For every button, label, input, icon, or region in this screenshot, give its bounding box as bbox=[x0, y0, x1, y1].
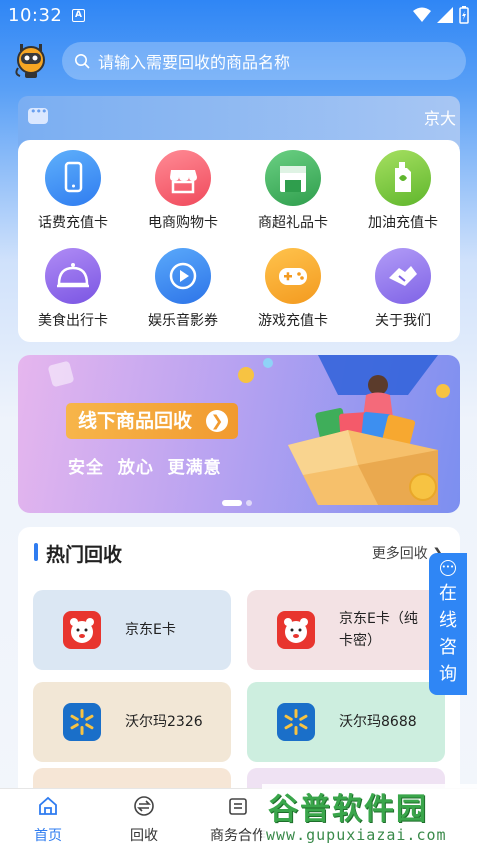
category-ecommerce-card[interactable]: 电商购物卡 bbox=[128, 150, 238, 232]
notice-text: 京大 bbox=[423, 109, 456, 128]
gamepad-icon bbox=[265, 248, 321, 304]
category-label: 电商购物卡 bbox=[148, 215, 218, 231]
briefcase-icon bbox=[229, 798, 247, 815]
category-entertainment[interactable]: 娱乐音影券 bbox=[128, 248, 238, 330]
card-name: 沃尔玛8688 bbox=[339, 714, 417, 730]
section-accent-bar bbox=[34, 543, 38, 561]
nav-home[interactable]: 首页 bbox=[8, 795, 88, 845]
exchange-icon bbox=[134, 796, 154, 816]
banner-button-label: 线下商品回收 bbox=[78, 410, 193, 432]
online-consult-button[interactable]: ••• 在线咨询 bbox=[429, 553, 467, 695]
category-about-us[interactable]: 关于我们 bbox=[348, 248, 458, 330]
play-icon bbox=[155, 248, 211, 304]
search-bar[interactable]: 请输入需要回收的商品名称 bbox=[62, 42, 466, 80]
category-grid: 话费充值卡 电商购物卡 商超礼品卡 加油充值卡 美食出行卡 娱乐音影券 游戏充值… bbox=[18, 140, 460, 342]
message-icon bbox=[28, 105, 48, 124]
nav-label: 首页 bbox=[34, 828, 62, 844]
category-supermarket-card[interactable]: 商超礼品卡 bbox=[238, 150, 348, 232]
category-label: 商超礼品卡 bbox=[258, 215, 328, 231]
category-label: 关于我们 bbox=[375, 313, 431, 329]
more-label: 更多回收 bbox=[371, 546, 428, 562]
promo-banner[interactable]: 线下商品回收 ❯ 安全 放心 更满意 bbox=[18, 355, 460, 513]
app-notification-icon: A bbox=[72, 9, 85, 22]
recycle-card-walmart-8688[interactable]: 沃尔玛8688 bbox=[247, 682, 445, 762]
card-name: 沃尔玛2326 bbox=[125, 714, 203, 730]
category-food-travel[interactable]: 美食出行卡 bbox=[18, 248, 128, 330]
jd-logo-icon bbox=[277, 611, 315, 649]
fuel-icon bbox=[375, 150, 431, 206]
section-title: 热门回收 bbox=[46, 544, 123, 566]
watermark-url: www.gupuxiazai.com bbox=[266, 826, 447, 844]
walmart-logo-icon bbox=[63, 703, 101, 741]
status-time: 10:32 bbox=[8, 5, 63, 26]
pagination-dot bbox=[246, 500, 252, 506]
recycle-card-jd-ecard-code[interactable]: 京东E卡（纯卡密） bbox=[247, 590, 445, 670]
banner-pagination bbox=[222, 500, 252, 506]
recycle-card-walmart-2326[interactable]: 沃尔玛2326 bbox=[33, 682, 231, 762]
category-game-card[interactable]: 游戏充值卡 bbox=[238, 248, 348, 330]
battery-icon bbox=[459, 6, 469, 24]
search-placeholder: 请输入需要回收的商品名称 bbox=[98, 53, 291, 72]
category-label: 游戏充值卡 bbox=[258, 313, 328, 329]
search-icon bbox=[75, 54, 90, 69]
watermark: 谷普软件园 www.gupuxiazai.com bbox=[262, 784, 477, 848]
wifi-icon bbox=[413, 7, 431, 22]
card-name: 京东E卡（纯卡密） bbox=[339, 611, 418, 649]
handshake-icon bbox=[375, 248, 431, 304]
arrow-right-icon: ❯ bbox=[206, 410, 228, 432]
hot-recycle-section: 热门回收 更多回收 ❯ 京东E卡 京东E卡（纯卡密） 沃尔玛2326 沃尔玛86… bbox=[18, 527, 460, 808]
phone-icon bbox=[45, 150, 101, 206]
chat-bubble-icon: ••• bbox=[440, 560, 456, 576]
store-icon bbox=[265, 150, 321, 206]
category-phone-recharge[interactable]: 话费充值卡 bbox=[18, 150, 128, 232]
shop-icon bbox=[155, 150, 211, 206]
category-label: 娱乐音影券 bbox=[148, 313, 218, 329]
category-label: 美食出行卡 bbox=[38, 313, 108, 329]
jd-logo-icon bbox=[63, 611, 101, 649]
watermark-title: 谷普软件园 bbox=[268, 792, 428, 827]
pagination-dot-active bbox=[222, 500, 242, 506]
banner-slogan: 安全 放心 更满意 bbox=[68, 458, 222, 478]
signal-icon bbox=[437, 7, 453, 23]
card-name: 京东E卡 bbox=[125, 622, 176, 638]
food-cloche-icon bbox=[45, 248, 101, 304]
nav-recycle[interactable]: 回收 bbox=[104, 795, 184, 845]
category-label: 加油充值卡 bbox=[368, 215, 438, 231]
category-label: 话费充值卡 bbox=[38, 215, 108, 231]
category-fuel-card[interactable]: 加油充值卡 bbox=[348, 150, 458, 232]
status-bar: 10:32 A bbox=[0, 0, 477, 32]
nav-label: 回收 bbox=[130, 828, 158, 844]
walmart-logo-icon bbox=[277, 703, 315, 741]
consult-label: 在线咨询 bbox=[439, 583, 457, 685]
mascot-logo-icon[interactable] bbox=[12, 42, 50, 80]
home-icon bbox=[39, 796, 57, 815]
offline-recycle-button[interactable]: 线下商品回收 ❯ bbox=[66, 403, 238, 439]
system-icons bbox=[413, 6, 469, 24]
recycle-card-jd-ecard[interactable]: 京东E卡 bbox=[33, 590, 231, 670]
